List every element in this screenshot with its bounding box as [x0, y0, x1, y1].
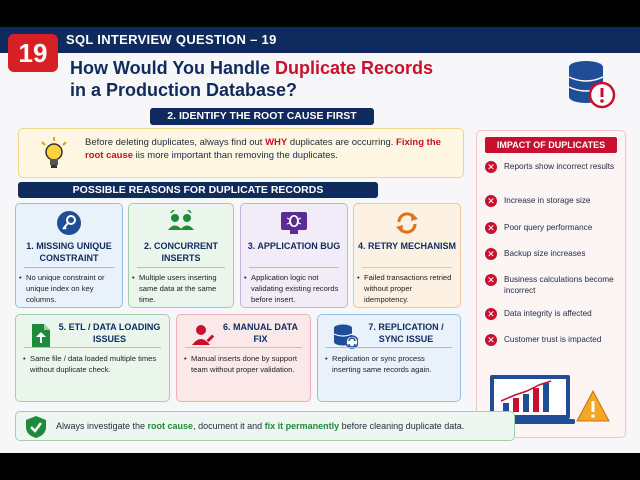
impact-item-text: Customer trust is impacted	[504, 335, 602, 344]
reason-bullet: Application logic not validating existin…	[244, 272, 341, 305]
user-edit-icon	[192, 325, 215, 345]
impact-panel: IMPACT OF DUPLICATES ✕ Reports show incor…	[476, 130, 626, 438]
file-upload-icon	[32, 324, 50, 348]
footer-text-b: , document it and	[193, 421, 265, 431]
key-icon	[57, 211, 81, 235]
x-icon: ✕	[485, 274, 497, 286]
x-icon: ✕	[485, 248, 497, 260]
reasons-section-header: POSSIBLE REASONS FOR DUPLICATE RECORDS	[18, 182, 378, 198]
database-alert-icon	[568, 61, 616, 109]
reason-bullet: Multiple users inserting same data at th…	[132, 272, 227, 305]
root-cause-text-a: Before deleting duplicates, always find …	[85, 137, 266, 148]
root-cause-text: Before deleting duplicates, always find …	[85, 136, 455, 162]
impact-item-text: Backup size increases	[504, 249, 586, 258]
sync-database-icon	[333, 324, 358, 349]
footer-root-cause: root cause	[147, 421, 194, 431]
page-title: How Would You Handle Duplicate Records i…	[70, 57, 433, 101]
divider	[362, 267, 452, 268]
divider	[326, 347, 452, 348]
reason-card-manual-data-fix: 6. MANUAL DATA FIX Manual inserts done b…	[176, 314, 311, 402]
root-cause-box: Before deleting duplicates, always find …	[18, 128, 464, 178]
infographic: SQL INTERVIEW QUESTION – 19 19 How Would…	[0, 27, 640, 453]
root-cause-text-c: iis more important than removing the dup…	[133, 150, 338, 161]
reason-card-concurrent-inserts: 2. CONCURRENT INSERTS Multiple users ins…	[128, 203, 234, 308]
x-icon: ✕	[485, 222, 497, 234]
reason-title: 7. REPLICATION / SYNC ISSUE	[368, 322, 444, 344]
shield-check-icon	[26, 416, 46, 438]
headline-part2: in a Production Database?	[70, 80, 298, 100]
impact-item-text: Data integrity is affected	[504, 309, 592, 318]
divider	[24, 347, 161, 348]
reason-card-missing-unique-constraint: 1. MISSING UNIQUE CONSTRAINT No unique c…	[15, 203, 123, 308]
reason-title: 3. APPLICATION BUG	[247, 241, 341, 251]
root-cause-section-header: 2. IDENTIFY THE ROOT CAUSE FIRST	[150, 108, 374, 125]
x-icon: ✕	[485, 308, 497, 320]
divider	[249, 267, 339, 268]
x-icon: ✕	[485, 161, 497, 173]
title-bar: SQL INTERVIEW QUESTION – 19	[0, 27, 640, 53]
reason-title: 4. RETRY MECHANISM	[358, 241, 457, 251]
reason-card-retry-mechanism: 4. RETRY MECHANISM Failed transactions r…	[353, 203, 461, 308]
footer-text-c: before cleaning duplicate data.	[339, 421, 465, 431]
impact-item-text: Business calculations become incorrect	[504, 275, 614, 295]
reason-card-application-bug: 3. APPLICATION BUG Application logic not…	[240, 203, 348, 308]
reason-bullet: Same file / data loaded multiple times w…	[23, 353, 163, 375]
reason-card-etl-data-loading: 5. ETL / DATA LOADING ISSUES Same file /…	[15, 314, 170, 402]
footer-text: Always investigate the root cause, docum…	[56, 421, 464, 431]
reason-title: 5. ETL / DATA LOADING ISSUES	[58, 322, 161, 344]
impact-item-text: Increase in storage size	[504, 196, 591, 205]
headline-highlight: Duplicate Records	[275, 58, 434, 78]
footer-text-a: Always investigate the	[56, 421, 148, 431]
footer-fix: fix it permanently	[264, 421, 340, 431]
series-title: SQL INTERVIEW QUESTION – 19	[66, 32, 277, 47]
impact-item-text: Reports show incorrect results	[504, 162, 615, 171]
impact-header: IMPACT OF DUPLICATES	[485, 137, 617, 153]
x-icon: ✕	[485, 334, 497, 346]
reason-title: 6. MANUAL DATA FIX	[223, 322, 298, 344]
bug-icon	[281, 212, 307, 234]
reason-bullet: Replication or sync process inserting sa…	[325, 353, 454, 375]
reason-bullet: No unique constraint or unique index on …	[19, 272, 116, 305]
impact-item-text: Poor query performance	[504, 223, 593, 232]
root-cause-why: WHY	[265, 137, 288, 148]
footer-tip: Always investigate the root cause, docum…	[15, 411, 515, 441]
x-icon: ✕	[485, 195, 497, 207]
retry-icon	[396, 212, 418, 234]
users-icon	[168, 210, 194, 230]
divider	[185, 347, 302, 348]
divider	[24, 267, 114, 268]
reason-bullet: Manual inserts done by support team with…	[184, 353, 304, 375]
root-cause-text-b: duplicates are occurring.	[287, 137, 397, 148]
divider	[137, 267, 225, 268]
reason-title: 1. MISSING UNIQUE CONSTRAINT	[26, 241, 112, 263]
reason-title: 2. CONCURRENT INSERTS	[143, 241, 218, 263]
reason-card-replication-sync: 7. REPLICATION / SYNC ISSUE Replication …	[317, 314, 461, 402]
question-number-badge: 19	[8, 34, 58, 72]
headline-part1: How Would You Handle	[70, 58, 275, 78]
lightbulb-icon	[41, 137, 67, 168]
reason-bullet: Failed transactions retried without prop…	[357, 272, 454, 305]
